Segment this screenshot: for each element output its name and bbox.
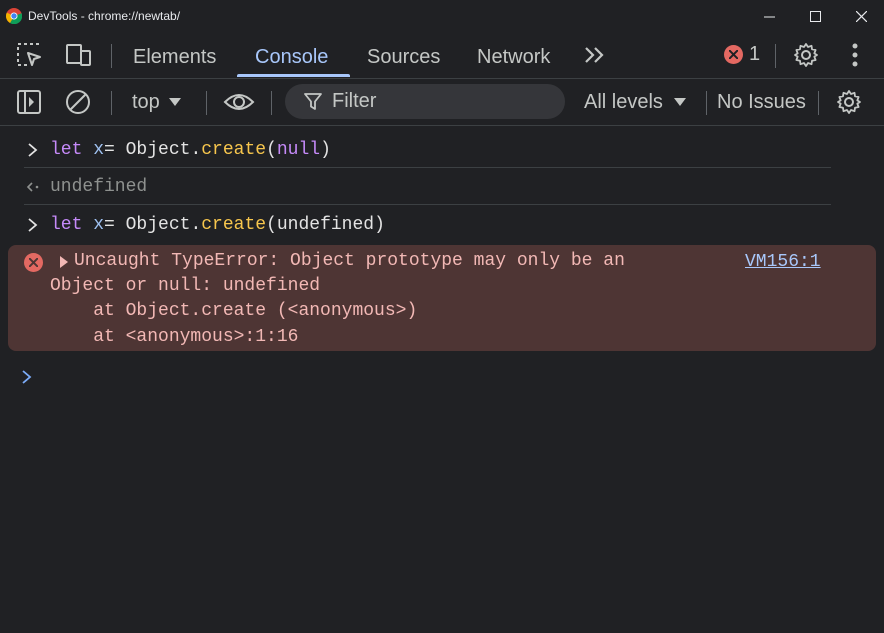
inspect-element-icon (17, 43, 41, 66)
code-text: ) (320, 140, 331, 160)
function-name: create (201, 215, 267, 235)
gear-icon (794, 43, 818, 67)
issues-button[interactable]: No Issues (717, 79, 806, 125)
window-title: DevTools - chrome://newtab/ (28, 9, 181, 23)
window-controls (746, 0, 884, 32)
console-prompt[interactable] (0, 366, 884, 388)
null-literal: null (276, 140, 321, 160)
tab-elements[interactable]: Elements (133, 32, 216, 78)
settings-button[interactable] (792, 41, 820, 69)
inspect-element-button[interactable] (15, 41, 43, 69)
code-text: (undefined) (266, 215, 385, 235)
tab-console[interactable]: Console (255, 32, 328, 78)
error-text-line[interactable]: Uncaught TypeError: Object prototype may… (74, 251, 625, 271)
console-input-entry: let x = Object. create(null) (0, 138, 884, 162)
result-value: undefined (50, 177, 148, 197)
console-input-entry: let x = Object. create (undefined) (0, 213, 884, 237)
entry-separator (24, 167, 831, 168)
log-levels-label: All levels (584, 90, 663, 113)
toolbar-separator (206, 91, 207, 115)
tabbar-separator (111, 44, 112, 68)
eye-icon (223, 94, 255, 110)
return-arrow-icon (26, 182, 39, 192)
kebab-menu-icon (852, 43, 858, 67)
context-selector[interactable]: top (132, 79, 182, 125)
error-icon (724, 45, 743, 64)
console-toolbar: top All levels No Issues (0, 79, 884, 126)
console-result-entry: undefined (0, 175, 884, 199)
chevron-right-icon (22, 370, 32, 384)
maximize-icon (809, 10, 821, 22)
error-icon (24, 253, 43, 272)
filter-input[interactable] (330, 89, 534, 114)
filter-icon (304, 92, 322, 110)
maximize-button[interactable] (792, 0, 838, 32)
device-toolbar-button[interactable] (64, 41, 92, 69)
stack-trace-line: at <anonymous>:1:16 (50, 327, 299, 347)
sidebar-icon (17, 90, 41, 114)
toggle-sidebar-button[interactable] (15, 88, 43, 116)
triangle-down-icon (673, 98, 686, 106)
code-text: = Object. (104, 215, 202, 235)
active-tab-indicator (237, 74, 350, 77)
triangle-down-icon (168, 98, 181, 106)
minimize-icon (763, 16, 775, 17)
chrome-logo-icon (6, 8, 22, 24)
error-count: 1 (749, 43, 761, 65)
console-output: let x = Object. create(null) undefined le… (0, 126, 884, 633)
toolbar-separator (111, 91, 112, 115)
clear-icon (66, 90, 90, 114)
close-icon (855, 10, 867, 22)
title-bar: DevTools - chrome://newtab/ (0, 0, 884, 32)
triangle-right-icon (60, 256, 68, 268)
source-link[interactable]: VM156:1 (745, 252, 821, 272)
tabbar-separator (775, 44, 776, 68)
variable: x (93, 140, 105, 160)
console-settings-button[interactable] (835, 88, 863, 116)
chevron-double-right-icon (585, 47, 604, 63)
tab-sources[interactable]: Sources (367, 32, 440, 78)
toolbar-separator (818, 91, 819, 115)
device-toggle-icon (66, 44, 91, 66)
minimize-button[interactable] (746, 0, 792, 32)
toolbar-separator (271, 91, 272, 115)
error-message: Uncaught TypeError: Object prototype may… (8, 245, 876, 351)
log-levels-dropdown[interactable]: All levels (584, 79, 687, 125)
toolbar-separator (706, 91, 707, 115)
more-tabs-button[interactable] (580, 41, 608, 69)
error-text-line: Object or null: undefined (50, 276, 321, 296)
stack-trace-line: at Object.create (<anonymous>) (50, 301, 418, 321)
variable: x (93, 215, 105, 235)
gear-icon (837, 90, 861, 114)
more-options-button[interactable] (841, 41, 869, 69)
chevron-right-icon (28, 143, 38, 157)
context-label: top (132, 90, 160, 113)
close-window-button[interactable] (838, 0, 884, 32)
keyword: let (50, 140, 83, 160)
tab-network[interactable]: Network (477, 32, 550, 78)
code-text: = Object. (104, 140, 202, 160)
code-text: ( (266, 140, 277, 160)
entry-separator (24, 204, 831, 205)
filter-box[interactable] (285, 84, 565, 119)
clear-console-button[interactable] (64, 88, 92, 116)
error-counter[interactable]: 1 (724, 43, 760, 66)
live-expression-button[interactable] (222, 88, 256, 116)
chevron-right-icon (28, 218, 38, 232)
function-name: create (201, 140, 267, 160)
keyword: let (50, 215, 83, 235)
